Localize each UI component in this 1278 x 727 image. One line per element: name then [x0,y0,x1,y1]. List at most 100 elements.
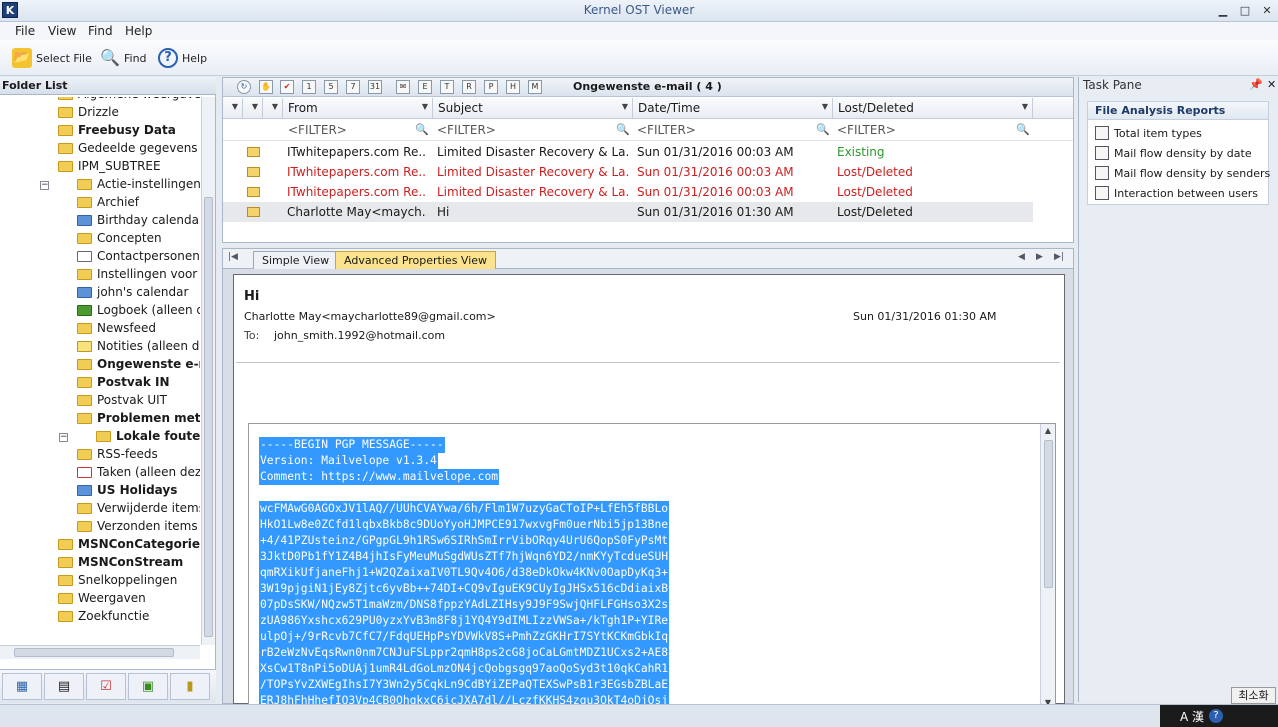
contact-icon [77,250,92,262]
folder-item[interactable]: Instellingen voor sn [77,265,200,283]
folder-item[interactable]: Archief [77,193,139,211]
folder-tree-hscroll[interactable] [0,645,200,659]
save-msg-icon[interactable]: M [528,80,542,94]
col-icon-header[interactable]: ▼ [243,98,263,119]
message-row[interactable]: ITwhitepapers.com Re... Limited Disaster … [223,182,1033,202]
filter-icon[interactable]: 🔍 [616,123,630,136]
pin-icon[interactable]: 📌 [1249,78,1263,91]
folder-item[interactable]: Gedeelde gegevens [58,139,198,157]
collapse-icon[interactable]: − [40,181,49,190]
folder-item[interactable]: Birthday calendar [77,211,200,229]
col-from-header[interactable]: From ▼ [283,98,433,119]
date-filter-input[interactable]: <FILTER> [637,123,696,137]
folder-item[interactable]: Ongewenste e-ma [77,355,200,373]
col-status-header[interactable]: Lost/Deleted ▼ [833,98,1033,119]
folder-item[interactable]: Concepten [77,229,162,247]
filter-icon[interactable]: 🔍 [1016,123,1030,136]
report-mail-flow-senders[interactable]: Mail flow density by senders [1095,166,1270,180]
folder-item[interactable]: Lokale fouten [96,427,200,445]
report-mail-flow-date[interactable]: Mail flow density by date [1095,146,1252,160]
message-row[interactable]: Charlotte May<maych... Hi Sun 01/31/2016 0… [223,202,1033,222]
next-tab-icon[interactable]: ▶ [1036,252,1043,262]
folder-item[interactable]: Weergaven [58,589,146,607]
save-pdf-icon[interactable]: P [484,80,498,94]
folder-item[interactable]: Zoekfunctie [58,607,149,625]
folder-item[interactable]: Newsfeed [77,319,156,337]
workweek-view-icon[interactable]: 5 [324,80,338,94]
folder-item[interactable]: Drizzle [58,103,119,121]
envelope-icon[interactable]: ✉ [396,80,410,94]
folder-tree-scrollbar[interactable] [201,97,215,645]
last-tab-icon[interactable]: ▶| [1054,252,1064,262]
folder-item[interactable]: Freebusy Data [58,121,176,139]
subject-filter-input[interactable]: <FILTER> [437,123,496,137]
message-row[interactable]: ITwhitepapers.com Re... Limited Disaster … [223,142,1033,162]
file-analysis-header[interactable]: File Analysis Reports [1088,102,1268,120]
help-tray-icon[interactable]: ? [1209,709,1224,723]
folder-item[interactable]: Contactpersonen [77,247,200,265]
help-button[interactable]: ? Help [158,47,207,69]
message-row[interactable]: ITwhitepapers.com Re... Limited Disaster … [223,162,1033,182]
save-html-icon[interactable]: H [506,80,520,94]
folder-item[interactable]: Taken (alleen deze [77,463,200,481]
folder-item[interactable]: Problemen met sy [77,409,200,427]
folder-item[interactable]: Actie-instellingen v [77,175,200,193]
menu-file[interactable]: File [15,24,35,38]
first-tab-icon[interactable]: |◀ [228,252,238,262]
select-file-button[interactable]: 📂 Select File [12,47,92,69]
report-interaction-users[interactable]: Interaction between users [1095,186,1258,200]
day-view-icon[interactable]: 1 [302,80,316,94]
folder-item[interactable]: Logboek (alleen de [77,301,200,319]
check-icon[interactable]: ✔ [280,80,294,94]
folder-item[interactable]: Postvak UIT [77,391,167,409]
maximize-icon[interactable]: □ [1236,3,1254,19]
folder-item[interactable]: john's calendar [77,283,188,301]
filter-icon[interactable]: 🔍 [816,123,830,136]
status-filter-input[interactable]: <FILTER> [837,123,896,137]
folder-item[interactable]: IPM_SUBTREE [58,157,161,175]
folder-item[interactable]: Verzonden items [77,517,198,535]
folder-item[interactable]: RSS-feeds [77,445,158,463]
week-view-icon[interactable]: 7 [346,80,360,94]
save-eml-icon[interactable]: E [418,80,432,94]
col-attach-header[interactable]: ▼ [223,98,243,119]
ime-minimize-button[interactable]: 최소화 [1231,687,1276,704]
save-txt-icon[interactable]: T [440,80,454,94]
folder-item[interactable]: Postvak IN [77,373,170,391]
folder-item[interactable]: Notities (alleen dez [77,337,200,355]
filter-icon[interactable]: 🔍 [415,123,429,136]
menu-help[interactable]: Help [125,24,152,38]
tab-advanced-properties[interactable]: Advanced Properties View [335,251,497,269]
ime-mode-indicator[interactable]: A 漢 [1180,708,1204,725]
task-pane-close-icon[interactable]: ✕ [1267,78,1276,91]
prev-tab-icon[interactable]: ◀ [1018,252,1025,262]
contacts-nav-icon[interactable]: ▤ [44,673,84,700]
menu-find[interactable]: Find [88,24,113,38]
stop-icon[interactable]: ✋ [259,80,273,94]
from-filter-input[interactable]: <FILTER> [288,123,347,137]
menu-view[interactable]: View [48,24,76,38]
refresh-icon[interactable]: ↻ [237,80,251,94]
body-scrollbar[interactable]: ▲ ▼ [1040,424,1055,712]
folder-item[interactable]: MSNConStream [58,553,183,571]
col-subject-header[interactable]: Subject ▼ [433,98,633,119]
notes-nav-icon[interactable]: ▮ [170,673,210,700]
close-icon[interactable]: ✕ [1258,3,1276,19]
tab-simple-view[interactable]: Simple View [253,251,339,269]
save-rtf-icon[interactable]: R [462,80,476,94]
folder-item[interactable]: Verwijderde items [77,499,200,517]
find-button[interactable]: 🔍 Find [100,47,147,69]
tasks-nav-icon[interactable]: ☑ [86,673,126,700]
col-date-header[interactable]: Date/Time ▼ [633,98,833,119]
col-flag-header[interactable]: ▼ [263,98,283,119]
folder-item[interactable]: US Holidays [77,481,177,499]
month-view-icon[interactable]: 31 [368,80,382,94]
report-total-item-types[interactable]: Total item types [1095,126,1202,140]
minimize-icon[interactable]: ▁ [1214,3,1232,19]
calendar-nav-icon[interactable]: ▦ [2,673,42,700]
journal-nav-icon[interactable]: ▣ [128,673,168,700]
collapse-icon[interactable]: − [59,433,68,442]
folder-item[interactable]: Snelkoppelingen [58,571,177,589]
message-body[interactable]: -----BEGIN PGP MESSAGE----- Version: Mail… [248,423,1056,713]
folder-item[interactable]: MSNConCategoriesS [58,535,200,553]
